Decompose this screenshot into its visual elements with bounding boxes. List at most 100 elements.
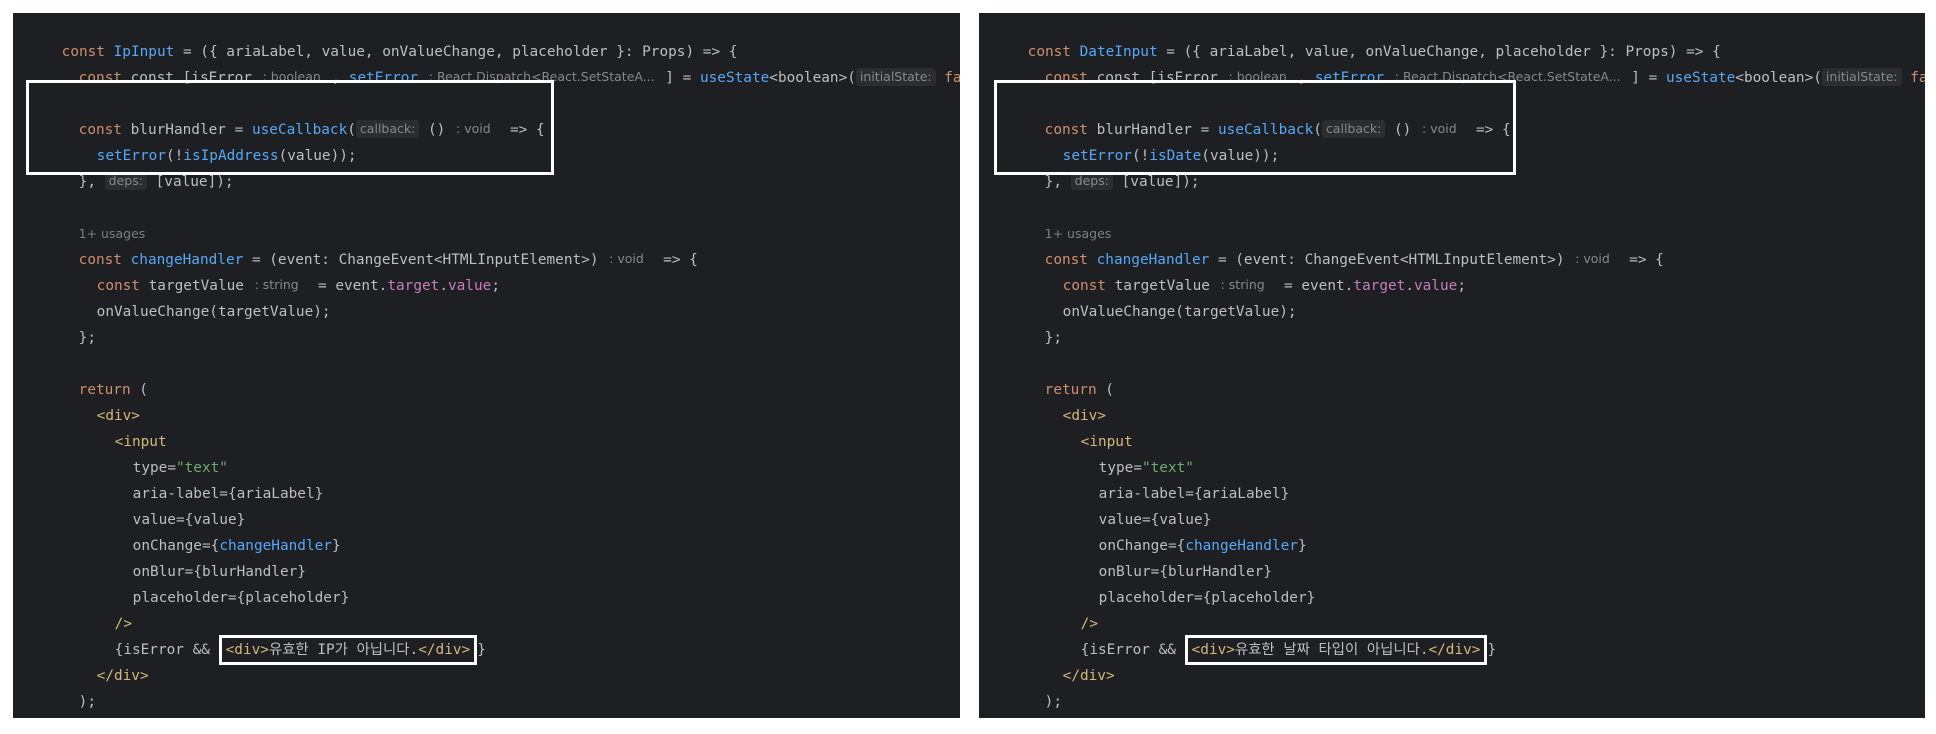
code-line: const const [isError : boolean , setErro…: [1010, 39, 1925, 86]
code-line: const blurHandler = useCallback(callback…: [1010, 91, 1511, 138]
code-text: .: [1405, 278, 1414, 294]
code-text: [value]);: [1112, 174, 1200, 190]
code-text: ,: [1288, 70, 1315, 86]
code-line: aria-label={ariaLabel}: [98, 455, 324, 502]
code-text: },: [1044, 174, 1062, 190]
code-text: };: [78, 330, 96, 346]
type-hint: : React.Dispatch<React.SetStateA...: [428, 69, 655, 84]
property: value: [1413, 278, 1458, 294]
jsx-tag: <div>: [1191, 642, 1235, 658]
code-line: }, deps: [value]);: [1010, 143, 1200, 190]
code-line: </div>: [1028, 637, 1115, 684]
code-text: =: [227, 590, 237, 606]
type-hint: : void: [456, 121, 491, 136]
code-text: }: [331, 538, 341, 554]
type-hint: : boolean: [262, 69, 321, 84]
code-text: => {: [1611, 252, 1664, 268]
type-hint: : void: [609, 251, 644, 266]
code-text: }: [1297, 538, 1307, 554]
code-line: const blurHandler = useCallback(callback…: [44, 91, 545, 138]
code-line: {isError && <div>유효한 날짜 타입이 아닙니다.</div>}: [1046, 611, 1496, 665]
code-line: onValueChange(targetValue);: [1028, 273, 1297, 320]
code-line: const const [isError : boolean , setErro…: [44, 39, 960, 86]
jsx-tag: </div>: [1428, 642, 1481, 658]
code-text: => {: [645, 252, 698, 268]
code-text: },: [78, 174, 96, 190]
code-line: setError(!isIpAddress(value));: [62, 117, 357, 164]
code-text: }: [1487, 642, 1497, 658]
code-line: };: [44, 299, 96, 346]
code-line: aria-label={ariaLabel}: [1064, 455, 1290, 502]
error-message-highlight: <div>유효한 날짜 타입이 아닙니다.</div>: [1184, 635, 1488, 665]
code-line: const DateInput = ({ ariaLabel, value, o…: [993, 13, 1721, 60]
code-text: ;: [1457, 278, 1466, 294]
code-line: <input: [80, 403, 167, 450]
code-text: <boolean>(: [1735, 70, 1822, 86]
jsx-tag: </div>: [96, 668, 149, 684]
code-line: />: [80, 585, 132, 632]
jsx-attr: placeholder: [132, 590, 228, 606]
code-text: const [isError: [130, 70, 261, 86]
code-line: };: [993, 689, 1045, 715]
code-line: );: [44, 663, 96, 710]
code-line: const IpInput = ({ ariaLabel, value, onV…: [27, 13, 738, 60]
code-line: onChange={changeHandler}: [98, 507, 341, 554]
code-text: }: [477, 642, 486, 658]
jsx-attr: placeholder: [1098, 590, 1194, 606]
code-text: (): [1385, 122, 1412, 138]
param-hint: callback:: [1321, 120, 1386, 138]
code-line: <input: [1046, 403, 1133, 450]
code-line: const targetValue : string = event.targe…: [62, 247, 500, 294]
code-line: value={value}: [1064, 481, 1212, 528]
param-hint: initialState:: [1821, 68, 1902, 86]
code-line: onBlur={blurHandler}: [1064, 533, 1272, 580]
code-text: ,: [322, 70, 349, 86]
function-name: useState: [1665, 70, 1736, 86]
param-hint: callback:: [355, 120, 420, 138]
jsx-tag: </div>: [1062, 668, 1115, 684]
code-line: onChange={changeHandler}: [1064, 507, 1307, 554]
code-text: );: [1044, 694, 1062, 710]
code-line: placeholder={placeholder}: [1064, 559, 1316, 606]
code-text: {placeholder}: [1202, 590, 1316, 606]
code-text: =: [1193, 590, 1203, 606]
jsx-tag: </div>: [418, 642, 471, 658]
code-line: type="text": [98, 429, 228, 476]
code-text: {placeholder}: [236, 590, 350, 606]
code-text: );: [78, 694, 96, 710]
code-line: const changeHandler = (event: ChangeEven…: [1010, 221, 1664, 268]
code-editor-right: const DateInput = ({ ariaLabel, value, o…: [979, 13, 1925, 718]
property: value: [447, 278, 492, 294]
code-line: const changeHandler = (event: ChangeEven…: [44, 221, 698, 268]
code-line: };: [1010, 299, 1062, 346]
code-line: const targetValue : string = event.targe…: [1028, 247, 1466, 294]
error-message: 유효한 날짜 타입이 아닙니다.: [1234, 642, 1429, 658]
param-hint: deps:: [104, 172, 147, 190]
code-line: 1+ usages: [1010, 195, 1112, 241]
code-line: onValueChange(targetValue);: [62, 273, 331, 320]
code-text: => {: [1458, 122, 1511, 138]
code-line: placeholder={placeholder}: [98, 559, 350, 606]
code-line: />: [1046, 585, 1098, 632]
code-line: {isError && <div>유효한 IP가 아닙니다.</div>}: [80, 611, 486, 665]
jsx-tag: <div>: [225, 642, 269, 658]
type-hint: : boolean: [1228, 69, 1287, 84]
code-line: type="text": [1064, 429, 1194, 476]
property: target: [1353, 278, 1406, 294]
type-hint: : React.Dispatch<React.SetStateA...: [1394, 69, 1621, 84]
code-text: (): [419, 122, 446, 138]
property: target: [387, 278, 440, 294]
code-text: onValueChange(targetValue);: [96, 304, 331, 320]
code-text: ] =: [1622, 70, 1666, 86]
code-text: onValueChange(targetValue);: [1062, 304, 1297, 320]
code-text: <boolean>(: [769, 70, 856, 86]
code-line: <div>: [62, 377, 140, 424]
code-text: ;: [491, 278, 500, 294]
function-name: useState: [699, 70, 770, 86]
code-line: return (: [44, 351, 148, 398]
keyword: false: [944, 70, 960, 86]
code-text: .: [439, 278, 448, 294]
function-name: setError: [348, 70, 419, 86]
code-text: (value));: [1201, 148, 1280, 164]
code-text: => {: [492, 122, 545, 138]
